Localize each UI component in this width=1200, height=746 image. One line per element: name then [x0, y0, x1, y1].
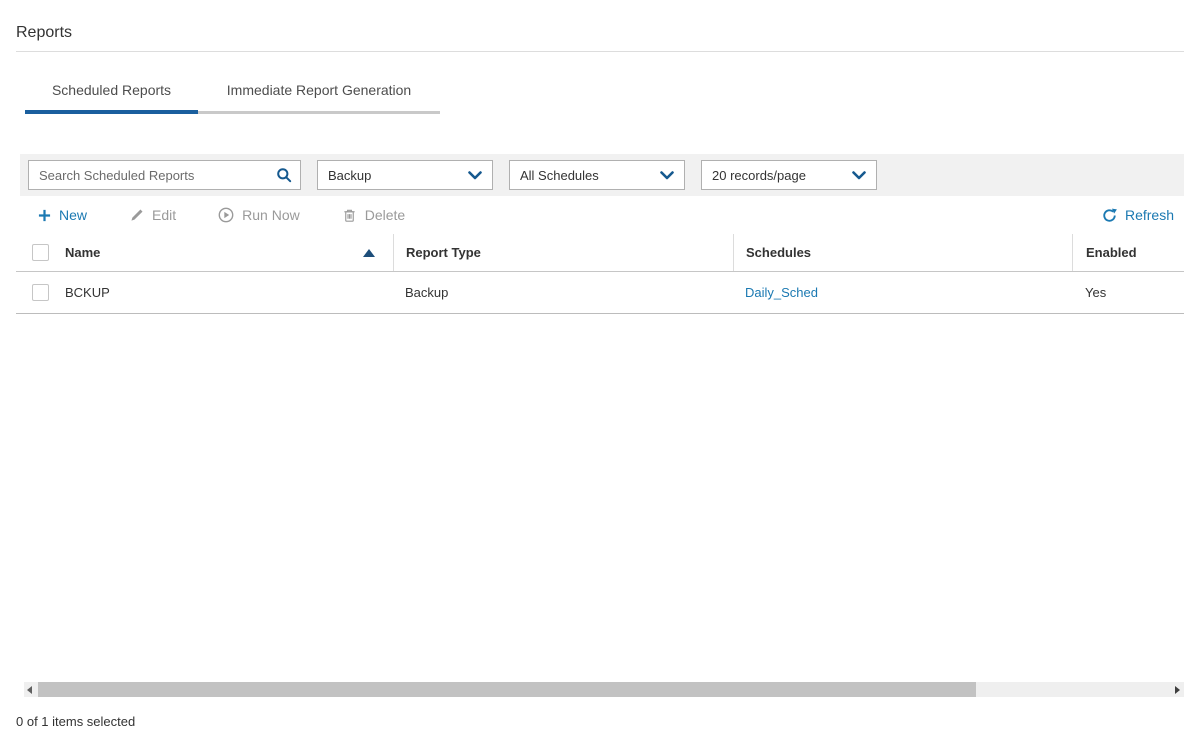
- row-report-type-value: Backup: [405, 285, 448, 300]
- row-enabled-value: Yes: [1085, 285, 1106, 300]
- table-toolbar: New Edit Run Now: [16, 196, 1184, 234]
- edit-button-label: Edit: [152, 207, 176, 223]
- search-box: [28, 160, 301, 190]
- chevron-down-icon: [852, 171, 866, 180]
- column-header-name-label: Name: [65, 245, 100, 260]
- search-icon[interactable]: [276, 167, 292, 183]
- tab-immediate-report-generation[interactable]: Immediate Report Generation: [198, 82, 440, 114]
- filter-bar: Backup All Schedules 20 records/page: [20, 154, 1184, 196]
- scroll-right-arrow-icon[interactable]: [1175, 686, 1180, 694]
- selection-status-text: 0 of 1 items selected: [16, 714, 135, 729]
- scrollbar-thumb[interactable]: [38, 682, 976, 697]
- tab-active-underline: [25, 110, 198, 114]
- title-divider: [16, 51, 1184, 52]
- page-title: Reports: [16, 0, 1184, 42]
- row-checkbox-cell: [16, 284, 65, 301]
- search-input[interactable]: [37, 167, 276, 184]
- delete-button-label: Delete: [365, 207, 405, 223]
- run-now-button[interactable]: Run Now: [218, 207, 300, 223]
- chevron-down-icon: [468, 171, 482, 180]
- column-header-schedules-label: Schedules: [746, 245, 811, 260]
- column-header-name[interactable]: Name: [65, 234, 393, 271]
- pencil-icon: [129, 208, 144, 223]
- chevron-down-icon: [660, 171, 674, 180]
- tab-scheduled-reports[interactable]: Scheduled Reports: [25, 82, 198, 114]
- tab-inactive-underline: [198, 111, 440, 114]
- row-schedules-cell: Daily_Sched: [733, 272, 1072, 313]
- records-per-page-select-value: 20 records/page: [712, 168, 806, 183]
- tab-bar: Scheduled Reports Immediate Report Gener…: [16, 82, 1184, 114]
- schedules-select-value: All Schedules: [520, 168, 599, 183]
- row-schedule-link[interactable]: Daily_Sched: [745, 285, 818, 300]
- tab-immediate-report-generation-label: Immediate Report Generation: [198, 82, 440, 110]
- select-all-checkbox[interactable]: [32, 244, 49, 261]
- refresh-button[interactable]: Refresh: [1102, 207, 1174, 223]
- column-header-enabled[interactable]: Enabled: [1072, 234, 1184, 271]
- run-now-button-label: Run Now: [242, 207, 300, 223]
- scrollbar-track[interactable]: [24, 682, 1184, 697]
- refresh-button-label: Refresh: [1125, 207, 1174, 223]
- play-circle-icon: [218, 207, 234, 223]
- column-header-report-type-label: Report Type: [406, 245, 481, 260]
- sort-ascending-icon: [363, 249, 375, 257]
- trash-icon: [342, 208, 357, 223]
- column-header-enabled-label: Enabled: [1086, 245, 1137, 260]
- table-header-row: Name Report Type Schedules Enabled: [16, 234, 1184, 272]
- horizontal-scrollbar: [24, 682, 1184, 697]
- scroll-left-arrow-icon[interactable]: [27, 686, 32, 694]
- row-enabled-cell: Yes: [1072, 272, 1184, 313]
- row-name-value: BCKUP: [65, 285, 110, 300]
- edit-button[interactable]: Edit: [129, 207, 176, 223]
- tab-scheduled-reports-label: Scheduled Reports: [25, 82, 198, 110]
- delete-button[interactable]: Delete: [342, 207, 405, 223]
- refresh-icon: [1102, 208, 1117, 223]
- schedules-select[interactable]: All Schedules: [509, 160, 685, 190]
- report-type-select-value: Backup: [328, 168, 371, 183]
- header-checkbox-cell: [16, 244, 65, 261]
- plus-icon: [38, 209, 51, 222]
- new-button-label: New: [59, 207, 87, 223]
- row-report-type-cell: Backup: [393, 272, 733, 313]
- new-button[interactable]: New: [38, 207, 87, 223]
- reports-page: Reports Scheduled Reports Immediate Repo…: [0, 0, 1200, 314]
- row-checkbox[interactable]: [32, 284, 49, 301]
- report-type-select[interactable]: Backup: [317, 160, 493, 190]
- table-row: BCKUP Backup Daily_Sched Yes: [16, 272, 1184, 314]
- column-header-schedules[interactable]: Schedules: [733, 234, 1072, 271]
- records-per-page-select[interactable]: 20 records/page: [701, 160, 877, 190]
- row-name-cell: BCKUP: [65, 272, 393, 313]
- scheduled-reports-table: Name Report Type Schedules Enabled BCKUP: [16, 234, 1184, 314]
- column-header-report-type[interactable]: Report Type: [393, 234, 733, 271]
